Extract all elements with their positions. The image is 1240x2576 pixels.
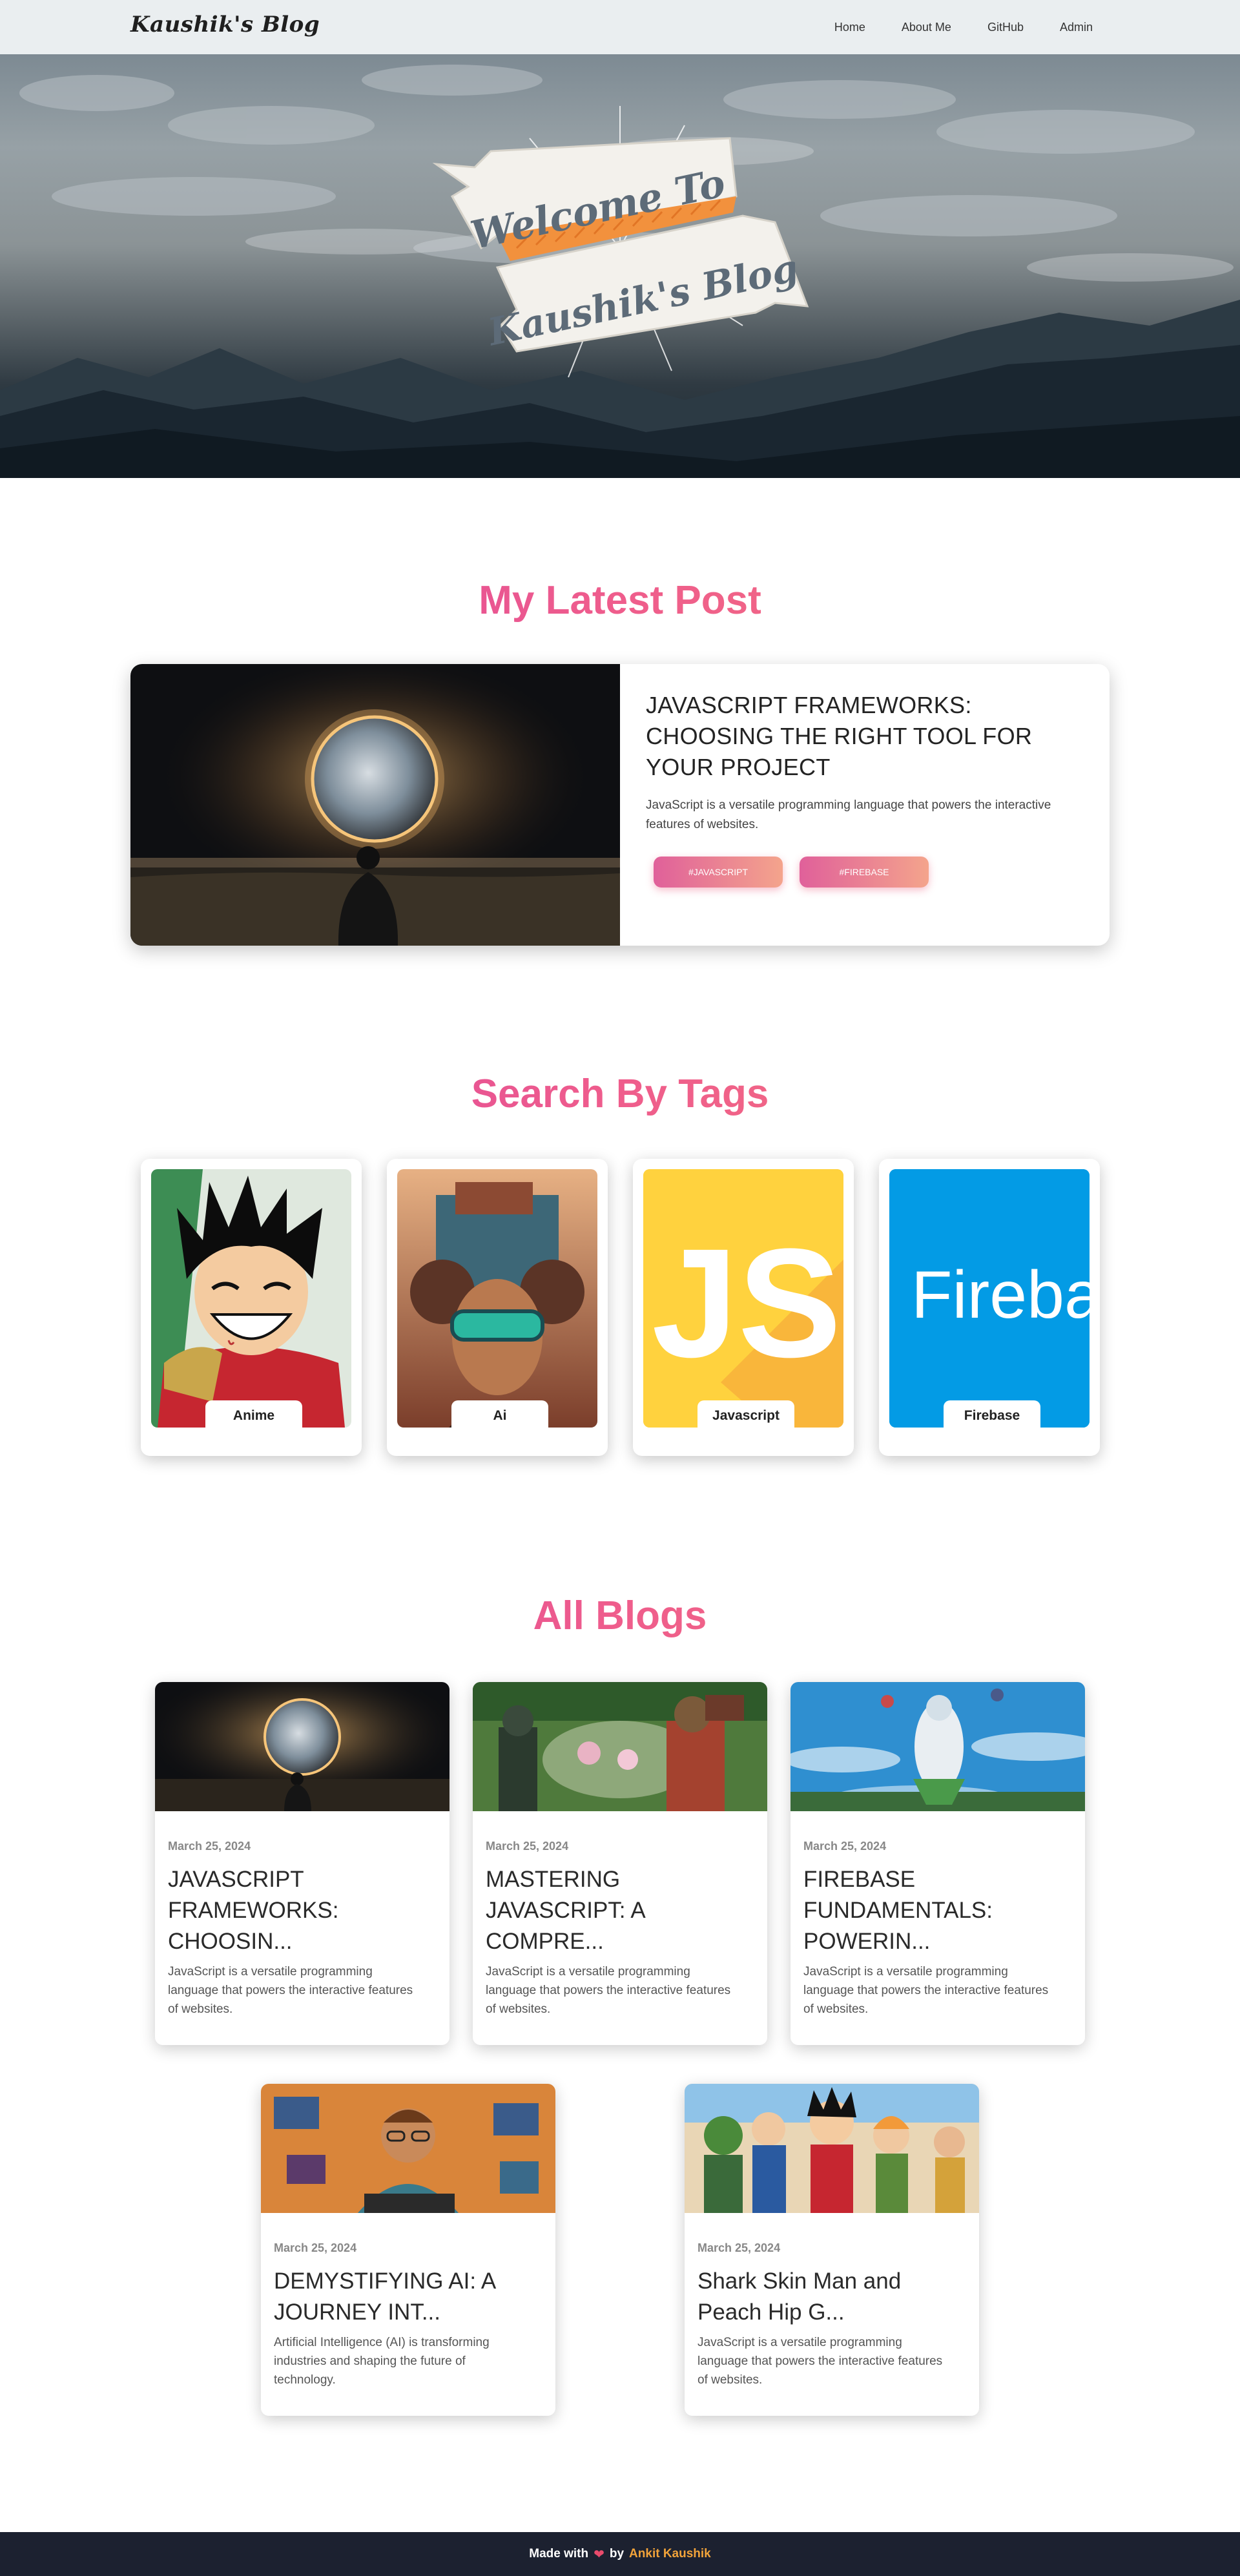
javascript-logo-image: JS: [643, 1169, 843, 1428]
blog-card-image: [261, 2084, 555, 2213]
footer-author-link[interactable]: Ankit Kaushik: [629, 2547, 711, 2561]
nav-link-github[interactable]: GitHub: [987, 21, 1024, 34]
ai-tag-image: [397, 1169, 597, 1428]
blog-card[interactable]: March 25, 2024 FIREBASE FUNDAMENTALS: PO…: [790, 1682, 1085, 2045]
all-blogs-heading: All Blogs: [0, 1593, 1240, 1639]
tag-pill-javascript[interactable]: #JAVASCRIPT: [654, 857, 783, 888]
blog-card-title[interactable]: MASTERING JAVASCRIPT: A COMPRE...: [486, 1864, 757, 1957]
footer-by: by: [609, 2547, 625, 2560]
blog-card-image: [685, 2084, 979, 2213]
blog-card-image: [790, 1682, 1085, 1811]
footer-made-with: Made with: [529, 2547, 589, 2560]
navbar: Kaushik's Blog Home About Me GitHub Admi…: [0, 0, 1240, 54]
firebase-logo-image: Fireba: [889, 1169, 1090, 1428]
nav-links: Home About Me GitHub Admin: [798, 0, 1093, 54]
blog-card-date: March 25, 2024: [486, 1840, 569, 1853]
tag-card-label-firebase: Firebase: [944, 1400, 1040, 1431]
tag-card-label-ai: Ai: [451, 1400, 548, 1431]
tag-card-anime[interactable]: Anime: [141, 1159, 362, 1456]
latest-post-description: JavaScript is a versatile programming la…: [646, 798, 1051, 831]
anime-tag-image: [151, 1169, 351, 1428]
blog-card[interactable]: March 25, 2024 Shark Skin Man and Peach …: [685, 2084, 979, 2416]
tag-card-label-javascript: Javascript: [698, 1400, 794, 1431]
blog-card-description: JavaScript is a versatile programming la…: [486, 1965, 731, 2016]
blog-card[interactable]: March 25, 2024 MASTERING JAVASCRIPT: A C…: [473, 1682, 767, 2045]
blog-card-description: Artificial Intelligence (AI) is transfor…: [274, 2336, 490, 2387]
hero-landscape-image: Welcome To Kaushik's Blog: [0, 65, 1240, 478]
nav-link-home[interactable]: Home: [834, 21, 865, 34]
blog-card[interactable]: March 25, 2024 JAVASCRIPT FRAMEWORKS: CH…: [155, 1682, 450, 2045]
nav-link-about-me[interactable]: About Me: [902, 21, 951, 34]
latest-post-card[interactable]: JAVASCRIPT FRAMEWORKS: CHOOSING THE RIGH…: [130, 664, 1110, 946]
latest-post-title[interactable]: JAVASCRIPT FRAMEWORKS: CHOOSING THE RIGH…: [646, 690, 1085, 783]
latest-post-image[interactable]: [130, 664, 620, 946]
brand-logo[interactable]: Kaushik's Blog: [130, 12, 320, 37]
tag-card-ai[interactable]: Ai: [387, 1159, 608, 1456]
tag-card-label-anime: Anime: [205, 1400, 302, 1431]
latest-post-heading: My Latest Post: [0, 577, 1240, 623]
blog-card-date: March 25, 2024: [274, 2241, 357, 2254]
tag-pill-firebase[interactable]: #FIREBASE: [800, 857, 929, 888]
footer: Made with ❤ by Ankit Kaushik: [0, 2532, 1240, 2576]
blog-card-image: [155, 1682, 450, 1811]
blog-card-date: March 25, 2024: [168, 1840, 251, 1853]
blog-card-date: March 25, 2024: [803, 1840, 887, 1853]
latest-post-body: JAVASCRIPT FRAMEWORKS: CHOOSING THE RIGH…: [646, 690, 1085, 888]
blog-card-description: JavaScript is a versatile programming la…: [803, 1965, 1049, 2016]
blog-card[interactable]: March 25, 2024 DEMYSTIFYING AI: A JOURNE…: [261, 2084, 555, 2416]
tag-card-firebase[interactable]: Fireba Firebase: [879, 1159, 1100, 1456]
blog-card-image: [473, 1682, 767, 1811]
tag-card-javascript[interactable]: JS Javascript: [633, 1159, 854, 1456]
blog-card-title[interactable]: JAVASCRIPT FRAMEWORKS: CHOOSIN...: [168, 1864, 439, 1957]
nav-link-admin[interactable]: Admin: [1060, 21, 1093, 34]
firebase-logo-text: Fireba: [911, 1258, 1090, 1333]
latest-post-tags: #JAVASCRIPT #FIREBASE: [646, 857, 1085, 888]
js-logo-text: JS: [652, 1216, 842, 1389]
search-by-tags-heading: Search By Tags: [0, 1071, 1240, 1117]
blog-card-title[interactable]: FIREBASE FUNDAMENTALS: POWERIN...: [803, 1864, 1075, 1957]
hero-banner: Welcome To Kaushik's Blog: [0, 54, 1240, 478]
blog-card-date: March 25, 2024: [698, 2241, 781, 2254]
blog-card-title[interactable]: Shark Skin Man and Peach Hip G...: [698, 2266, 969, 2328]
heart-icon: ❤: [594, 2547, 604, 2562]
blog-card-title[interactable]: DEMYSTIFYING AI: A JOURNEY INT...: [274, 2266, 545, 2328]
blog-card-description: JavaScript is a versatile programming la…: [698, 2336, 943, 2387]
blog-card-description: JavaScript is a versatile programming la…: [168, 1965, 413, 2016]
